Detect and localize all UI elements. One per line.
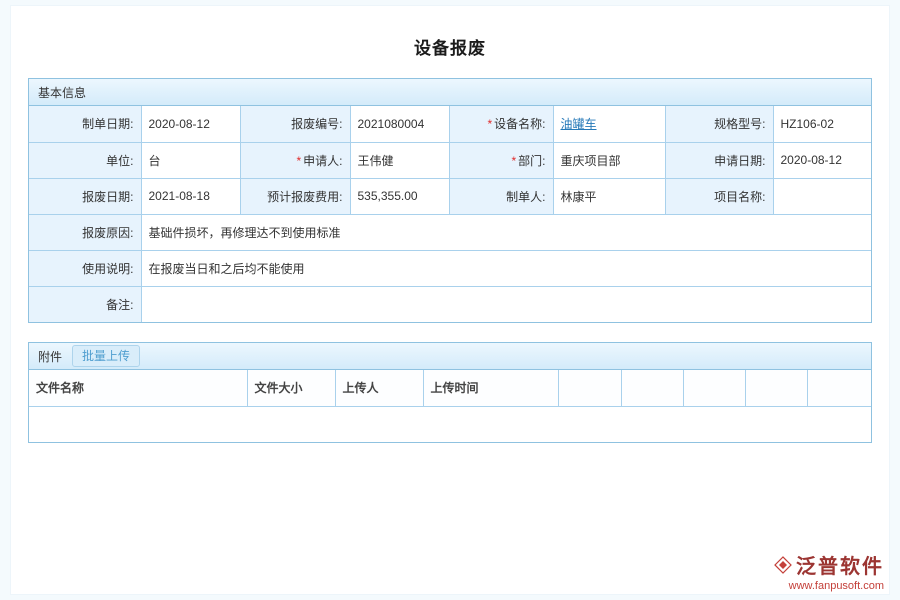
scrap-reason-label: 报废原因: [29, 214, 141, 250]
basic-info-row-2: 单位: 台 *申请人: 王伟健 *部门: 重庆项目部 申请日期: 2020-08… [29, 142, 871, 178]
scrap-no-value: 2021080004 [350, 106, 449, 142]
make-date-label: 制单日期: [29, 106, 141, 142]
applicant-label: *申请人: [240, 142, 350, 178]
remark-label: 备注: [29, 286, 141, 322]
project-name-label-text: 项目名称: [714, 190, 765, 204]
scrap-date-value: 2021-08-18 [141, 178, 240, 214]
attachments-table: 文件名称 文件大小 上传人 上传时间 [29, 370, 871, 442]
required-mark: * [511, 154, 516, 168]
maker-label: 制单人: [449, 178, 553, 214]
scrap-reason-value: 基础件损坏，再修理达不到使用标准 [141, 214, 871, 250]
remark-label-text: 备注: [106, 298, 133, 312]
basic-info-row-scrap-reason: 报废原因: 基础件损坏，再修理达不到使用标准 [29, 214, 871, 250]
project-name-value [773, 178, 871, 214]
device-name-label: *设备名称: [449, 106, 553, 142]
maker-value: 林康平 [553, 178, 665, 214]
required-mark: * [296, 154, 301, 168]
project-name-label: 项目名称: [665, 178, 773, 214]
applicant-value: 王伟健 [350, 142, 449, 178]
usage-note-label-text: 使用说明: [82, 262, 133, 276]
scrap-reason-label-text: 报废原因: [82, 226, 133, 240]
brand-name: 泛普软件 [796, 550, 884, 579]
usage-note-label: 使用说明: [29, 250, 141, 286]
brand-footer: 泛普软件 www.fanpusoft.com [774, 550, 884, 592]
attachments-empty-row [29, 406, 871, 442]
col-upload-time: 上传时间 [423, 370, 558, 406]
apply-date-label: 申请日期: [665, 142, 773, 178]
unit-value: 台 [141, 142, 240, 178]
maker-label-text: 制单人: [506, 190, 545, 204]
estimated-cost-value: 535,355.00 [350, 178, 449, 214]
basic-info-section-header: 基本信息 [29, 79, 871, 106]
col-empty-1 [558, 370, 621, 406]
scrap-no-label: 报废编号: [240, 106, 350, 142]
make-date-label-text: 制单日期: [82, 117, 133, 131]
basic-info-row-3: 报废日期: 2021-08-18 预计报废费用: 535,355.00 制单人:… [29, 178, 871, 214]
device-name-value: 油罐车 [553, 106, 665, 142]
spec-model-value: HZ106-02 [773, 106, 871, 142]
attachments-panel: 附件 批量上传 文件名称 文件大小 上传人 上传时间 [28, 342, 872, 443]
basic-info-table: 制单日期: 2020-08-12 报废编号: 2021080004 *设备名称:… [29, 106, 871, 322]
scrap-no-label-text: 报废编号: [291, 117, 342, 131]
basic-info-row-usage-note: 使用说明: 在报废当日和之后均不能使用 [29, 250, 871, 286]
estimated-cost-label: 预计报废费用: [240, 178, 350, 214]
make-date-value: 2020-08-12 [141, 106, 240, 142]
col-file-size: 文件大小 [247, 370, 335, 406]
apply-date-value: 2020-08-12 [773, 142, 871, 178]
attachments-empty-cell [29, 406, 871, 442]
unit-label: 单位: [29, 142, 141, 178]
applicant-label-text: 申请人: [303, 154, 342, 168]
basic-info-panel: 基本信息 制单日期: 2020-08-12 报废编号: 2021080004 *… [28, 78, 872, 323]
attachments-section-header: 附件 批量上传 [29, 343, 871, 370]
brand-row: 泛普软件 [774, 550, 884, 579]
col-file-name: 文件名称 [29, 370, 247, 406]
attachments-header-row: 文件名称 文件大小 上传人 上传时间 [29, 370, 871, 406]
unit-label-text: 单位: [106, 154, 133, 168]
department-label-text: 部门: [518, 154, 545, 168]
remark-value [141, 286, 871, 322]
device-name-link[interactable]: 油罐车 [561, 117, 597, 131]
apply-date-label-text: 申请日期: [714, 154, 765, 168]
spec-model-label-text: 规格型号: [714, 117, 765, 131]
department-value: 重庆项目部 [553, 142, 665, 178]
brand-website: www.fanpusoft.com [774, 580, 884, 592]
device-name-label-text: 设备名称: [494, 117, 545, 131]
required-mark: * [487, 117, 492, 131]
scrap-date-label-text: 报废日期: [82, 190, 133, 204]
batch-upload-button[interactable]: 批量上传 [72, 345, 140, 367]
department-label: *部门: [449, 142, 553, 178]
attachments-section-title: 附件 [38, 348, 62, 365]
estimated-cost-label-text: 预计报废费用: [267, 190, 342, 204]
col-uploader: 上传人 [335, 370, 423, 406]
spec-model-label: 规格型号: [665, 106, 773, 142]
basic-info-row-remark: 备注: [29, 286, 871, 322]
brand-diamond-icon [774, 556, 792, 574]
usage-note-value: 在报废当日和之后均不能使用 [141, 250, 871, 286]
scrap-date-label: 报废日期: [29, 178, 141, 214]
col-empty-3 [683, 370, 745, 406]
col-empty-4 [745, 370, 807, 406]
page-title: 设备报废 [0, 34, 900, 59]
basic-info-row-1: 制单日期: 2020-08-12 报废编号: 2021080004 *设备名称:… [29, 106, 871, 142]
col-empty-2 [621, 370, 683, 406]
col-empty-5 [807, 370, 871, 406]
